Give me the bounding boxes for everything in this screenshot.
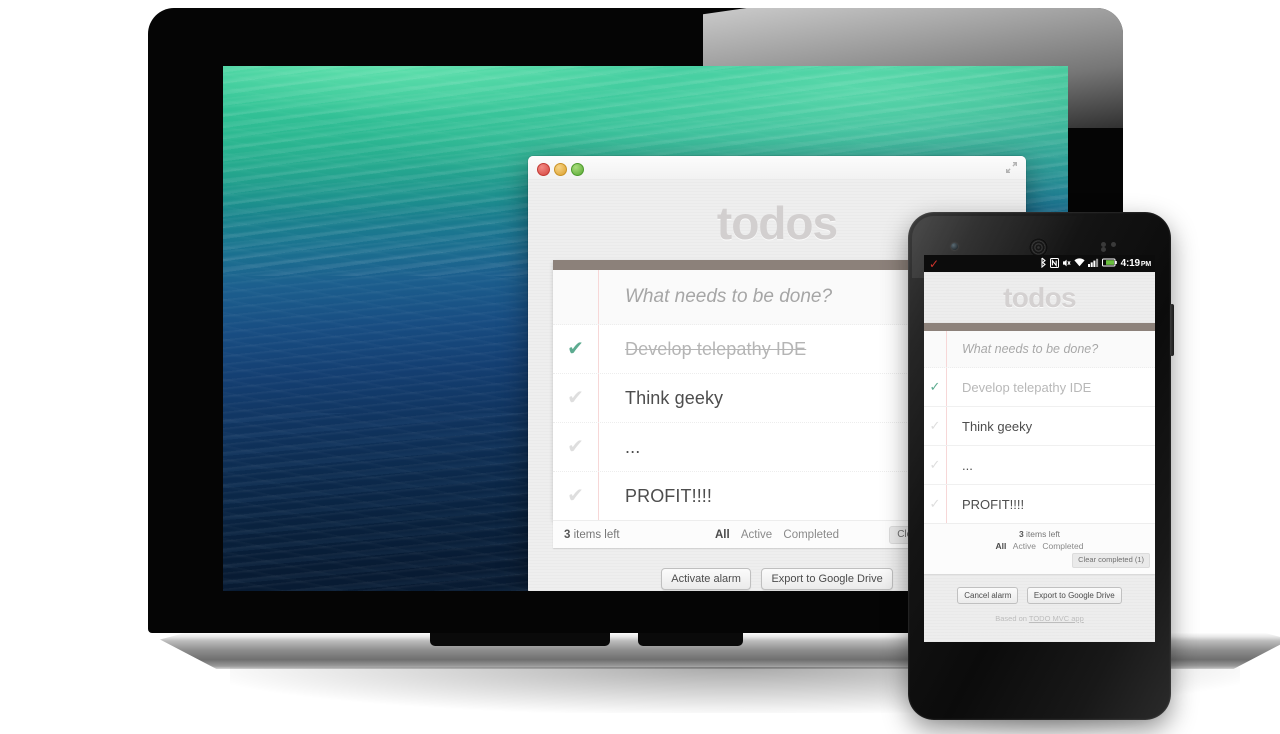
nfc-icon xyxy=(1049,257,1059,270)
phone-todo-list-item[interactable]: ✓ ... xyxy=(924,446,1155,485)
filter-completed[interactable]: Completed xyxy=(783,529,839,541)
phone-todo-app: todos What needs to be done? ✓ Develop t… xyxy=(924,272,1155,642)
phone-todomvc-link[interactable]: TODO MVC app xyxy=(1029,614,1084,623)
activate-alarm-button[interactable]: Activate alarm xyxy=(661,568,751,590)
battery-icon xyxy=(1101,258,1117,269)
phone-todo-checkbox-checked[interactable]: ✓ xyxy=(924,379,946,395)
filter-all[interactable]: All xyxy=(715,529,730,541)
todo-item-label: ... xyxy=(625,436,641,457)
phone-screen: ✓ 4:19PM todos What needs to be done? ✓ … xyxy=(924,255,1155,642)
notebook-red-rule xyxy=(598,423,599,471)
todo-checkbox[interactable]: ✔ xyxy=(553,486,598,506)
phone-items-left-text: items left xyxy=(1023,529,1061,539)
phone-todo-list-item[interactable]: ✓ PROFIT!!!! xyxy=(924,485,1155,523)
laptop-port-right xyxy=(638,633,743,646)
export-to-google-drive-button[interactable]: Export to Google Drive xyxy=(761,568,893,590)
signal-icon xyxy=(1087,258,1099,269)
phone-todo-card: What needs to be done? ✓ Develop telepat… xyxy=(924,323,1155,523)
phone-new-todo-row[interactable]: What needs to be done? xyxy=(924,331,1155,368)
window-minimize-button[interactable] xyxy=(554,163,567,176)
window-zoom-button[interactable] xyxy=(571,163,584,176)
phone-action-buttons-row: Cancel alarm Export to Google Drive xyxy=(924,585,1155,604)
notebook-red-rule xyxy=(946,446,947,484)
todo-item-label: Think geeky xyxy=(625,387,724,408)
phone-device: ✓ 4:19PM todos What needs to be done? ✓ … xyxy=(908,212,1174,720)
window-close-button[interactable] xyxy=(537,163,550,176)
notebook-red-rule xyxy=(598,374,599,422)
phone-todo-checkbox[interactable]: ✓ xyxy=(924,457,946,473)
android-status-bar: ✓ 4:19PM xyxy=(924,255,1155,272)
red-check-icon: ✓ xyxy=(929,256,940,271)
phone-power-button[interactable] xyxy=(1170,304,1174,356)
bluetooth-icon xyxy=(1040,257,1047,270)
todo-checkbox[interactable]: ✔ xyxy=(553,437,598,457)
phone-page-title: todos xyxy=(1003,282,1076,313)
phone-todo-checkbox[interactable]: ✓ xyxy=(924,418,946,434)
phone-todo-checkbox[interactable]: ✓ xyxy=(924,496,946,512)
phone-todo-list-item[interactable]: ✓ Think geeky xyxy=(924,407,1155,446)
todo-checkbox-checked[interactable]: ✔ xyxy=(553,339,598,359)
new-todo-input[interactable]: What needs to be done? xyxy=(625,286,832,308)
phone-filter-active[interactable]: Active xyxy=(1013,541,1036,551)
todo-checkbox[interactable]: ✔ xyxy=(553,388,598,408)
phone-todo-item-label: Think geeky xyxy=(962,418,1033,434)
clock-meridiem: PM xyxy=(1140,261,1151,268)
proximity-sensor-icon xyxy=(951,243,958,250)
notebook-red-rule xyxy=(598,325,599,373)
phone-todo-item-label: ... xyxy=(962,457,973,473)
front-camera-icon xyxy=(1101,242,1126,252)
phone-export-to-google-drive-button[interactable]: Export to Google Drive xyxy=(1026,586,1122,604)
phone-credit-text: Based on TODO MVC app xyxy=(924,614,1155,623)
phone-filter-completed[interactable]: Completed xyxy=(1042,541,1083,551)
status-bar-clock: 4:19PM xyxy=(1120,258,1152,269)
phone-new-todo-input[interactable]: What needs to be done? xyxy=(962,342,1098,356)
phone-cancel-alarm-button[interactable]: Cancel alarm xyxy=(957,586,1019,604)
notebook-red-rule xyxy=(946,368,947,406)
notebook-red-rule xyxy=(598,270,599,324)
phone-todo-item-label: Develop telepathy IDE xyxy=(962,379,1092,395)
notebook-red-rule xyxy=(946,331,947,367)
expand-arrows-icon[interactable] xyxy=(1005,161,1018,174)
phone-items-left-count: 3 items left xyxy=(924,528,1155,540)
phone-todo-footer: 3 items left All Active Completed Clear … xyxy=(924,523,1155,574)
filter-active[interactable]: Active xyxy=(741,529,772,541)
phone-credit-prefix: Based on xyxy=(995,613,1029,623)
todo-item-label: Develop telepathy IDE xyxy=(625,338,807,359)
phone-filter-links: All Active Completed xyxy=(924,540,1155,552)
todo-item-label: PROFIT!!!! xyxy=(625,485,713,506)
phone-filter-all[interactable]: All xyxy=(996,541,1007,551)
window-titlebar[interactable] xyxy=(528,156,1026,180)
phone-todo-list-item[interactable]: ✓ Develop telepathy IDE xyxy=(924,368,1155,407)
laptop-port-left xyxy=(430,633,610,646)
notebook-red-rule xyxy=(946,407,947,445)
phone-clear-row: Clear completed (1) xyxy=(924,552,1155,568)
mute-icon xyxy=(1062,258,1071,270)
phone-clear-completed-button[interactable]: Clear completed (1) xyxy=(1072,552,1150,568)
notebook-red-rule xyxy=(598,472,599,520)
wifi-icon xyxy=(1074,258,1085,269)
scene: todos What needs to be done? ✔ Develop t… xyxy=(0,0,1280,734)
phone-todo-item-label: PROFIT!!!! xyxy=(962,496,1025,512)
phone-card-top-bar xyxy=(924,323,1155,331)
notebook-red-rule xyxy=(946,485,947,523)
